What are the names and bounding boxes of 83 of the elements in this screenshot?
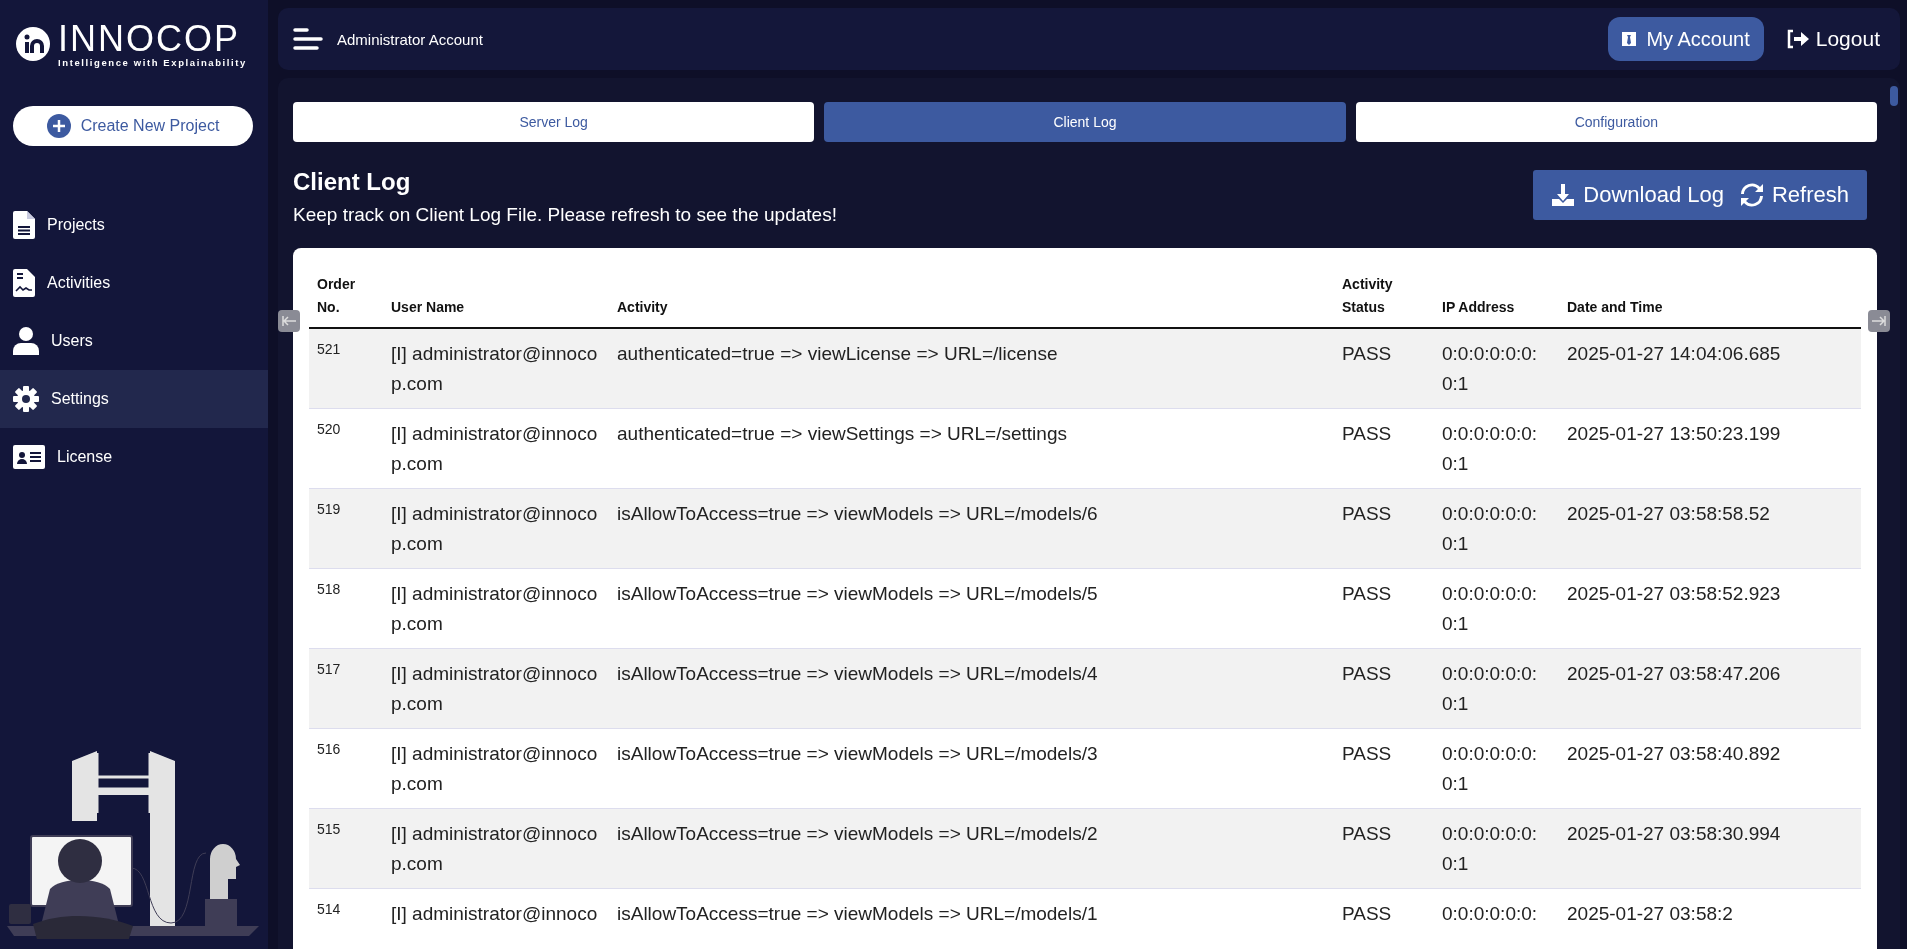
scrollbar-thumb[interactable]	[1890, 86, 1898, 106]
table-cell: 0:0:0:0:0:0:0:1	[1434, 488, 1559, 569]
table-cell: [I] administrator@innocop.com	[383, 808, 609, 889]
log-tab[interactable]: Client Log	[824, 102, 1346, 142]
table-cell: 514	[309, 888, 383, 949]
user-icon	[13, 327, 39, 355]
account-title: Administrator Account	[337, 30, 484, 48]
menu-icon[interactable]	[293, 27, 323, 51]
table-cell: isAllowToAccess=true => viewModels => URL=/models/6	[609, 488, 1334, 569]
table-cell: PASS	[1334, 488, 1434, 569]
download-icon	[1551, 183, 1576, 207]
document-icon	[13, 211, 35, 239]
collapse-left-button[interactable]	[278, 310, 300, 332]
table-cell: 0:0:0:0:0:0:0:1	[1434, 568, 1559, 649]
table-cell: 0:0:0:0:0:0:	[1434, 888, 1559, 949]
brand-tagline: Intelligence with Explainability	[58, 56, 247, 68]
table-cell: isAllowToAccess=true => viewModels => URL=/models/5	[609, 568, 1334, 649]
brand-name: INNOCOP	[58, 20, 241, 57]
chart-document-icon	[13, 269, 35, 297]
table-cell: [I] administrator@innocop.com	[383, 488, 609, 569]
collapse-right-button[interactable]	[1868, 310, 1890, 332]
table-cell: 520	[309, 408, 383, 489]
table-cell: [I] administrator@innocop.com	[383, 328, 609, 409]
table-cell: isAllowToAccess=true => viewModels => URL=/models/4	[609, 648, 1334, 729]
arrow-to-bar-icon	[1872, 316, 1886, 326]
table-cell: 0:0:0:0:0:0:0:1	[1434, 648, 1559, 729]
download-log-button[interactable]: Download Log	[1543, 173, 1732, 217]
sidebar-item[interactable]: Settings	[0, 370, 268, 428]
logout-button[interactable]: Logout	[1777, 27, 1888, 51]
table-cell: PASS	[1334, 568, 1434, 649]
table-cell: 517	[309, 648, 383, 729]
table-cell: authenticated=true => viewSettings => URL=/settings	[609, 408, 1334, 489]
sidebar-item[interactable]: Activities	[0, 254, 268, 312]
table-cell: 2025-01-27 03:58:2	[1559, 888, 1861, 949]
table-cell: PASS	[1334, 728, 1434, 809]
table-cell: 2025-01-27 13:50:23.199	[1559, 408, 1861, 489]
log-tab[interactable]: Configuration	[1355, 102, 1877, 142]
id-card-icon	[13, 445, 45, 469]
plus-icon	[46, 114, 71, 138]
my-account-button[interactable]: My Account	[1608, 17, 1764, 61]
table-cell: 515	[309, 808, 383, 889]
table-cell: 516	[309, 728, 383, 809]
create-project-button[interactable]: Create New Project	[13, 106, 253, 146]
table-cell: isAllowToAccess=true => viewModels => URL=/models/2	[609, 808, 1334, 889]
logout-icon	[1785, 29, 1810, 49]
table-cell: PASS	[1334, 408, 1434, 489]
sidebar-item[interactable]: Users	[0, 312, 268, 370]
table-cell: [I] administrator@innocop.com	[383, 568, 609, 649]
table-cell: [I] administrator@innocop.com	[383, 728, 609, 809]
arrow-to-bar-icon	[282, 316, 296, 326]
table-cell: 0:0:0:0:0:0:0:1	[1434, 808, 1559, 889]
settings-icon	[13, 385, 39, 413]
refresh-icon	[1739, 183, 1764, 207]
table-cell: [I] administrator@innocop.com	[383, 648, 609, 729]
table-cell: PASS	[1334, 648, 1434, 729]
logo-icon	[16, 27, 50, 61]
table-cell: [I] administrator@innocop.com	[383, 408, 609, 489]
table-cell: 0:0:0:0:0:0:0:1	[1434, 728, 1559, 809]
table-cell: PASS	[1334, 888, 1434, 949]
table-cell: 0:0:0:0:0:0:0:1	[1434, 328, 1559, 409]
section-subtitle: Keep track on Client Log File. Please refresh to see the updates!	[293, 204, 837, 226]
sidebar-item[interactable]: License	[0, 428, 268, 486]
table-cell: 521	[309, 328, 383, 409]
table-cell: PASS	[1334, 808, 1434, 889]
table-cell: 2025-01-27 14:04:06.685	[1559, 328, 1861, 409]
table-cell: 2025-01-27 03:58:47.206	[1559, 648, 1861, 729]
table-cell: PASS	[1334, 328, 1434, 409]
sidebar-item[interactable]: Projects	[0, 196, 268, 254]
table-cell: 2025-01-27 03:58:30.994	[1559, 808, 1861, 889]
table-cell: [I] administrator@innoco	[383, 888, 609, 949]
refresh-button[interactable]: Refresh	[1731, 173, 1857, 217]
table-cell: 0:0:0:0:0:0:0:1	[1434, 408, 1559, 489]
table-cell: 518	[309, 568, 383, 649]
table-cell: isAllowToAccess=true => viewModels => URL=/models/1	[609, 888, 1334, 949]
id-badge-icon	[1622, 32, 1637, 46]
table-cell: 519	[309, 488, 383, 569]
table-cell: 2025-01-27 03:58:52.923	[1559, 568, 1861, 649]
section-title: Client Log	[293, 168, 412, 196]
table-cell: 2025-01-27 03:58:40.892	[1559, 728, 1861, 809]
table-cell: isAllowToAccess=true => viewModels => URL=/models/3	[609, 728, 1334, 809]
log-tab[interactable]: Server Log	[293, 102, 815, 142]
table-cell: 2025-01-27 03:58:58.52	[1559, 488, 1861, 569]
table-cell: authenticated=true => viewLicense => URL=/license	[609, 328, 1334, 409]
